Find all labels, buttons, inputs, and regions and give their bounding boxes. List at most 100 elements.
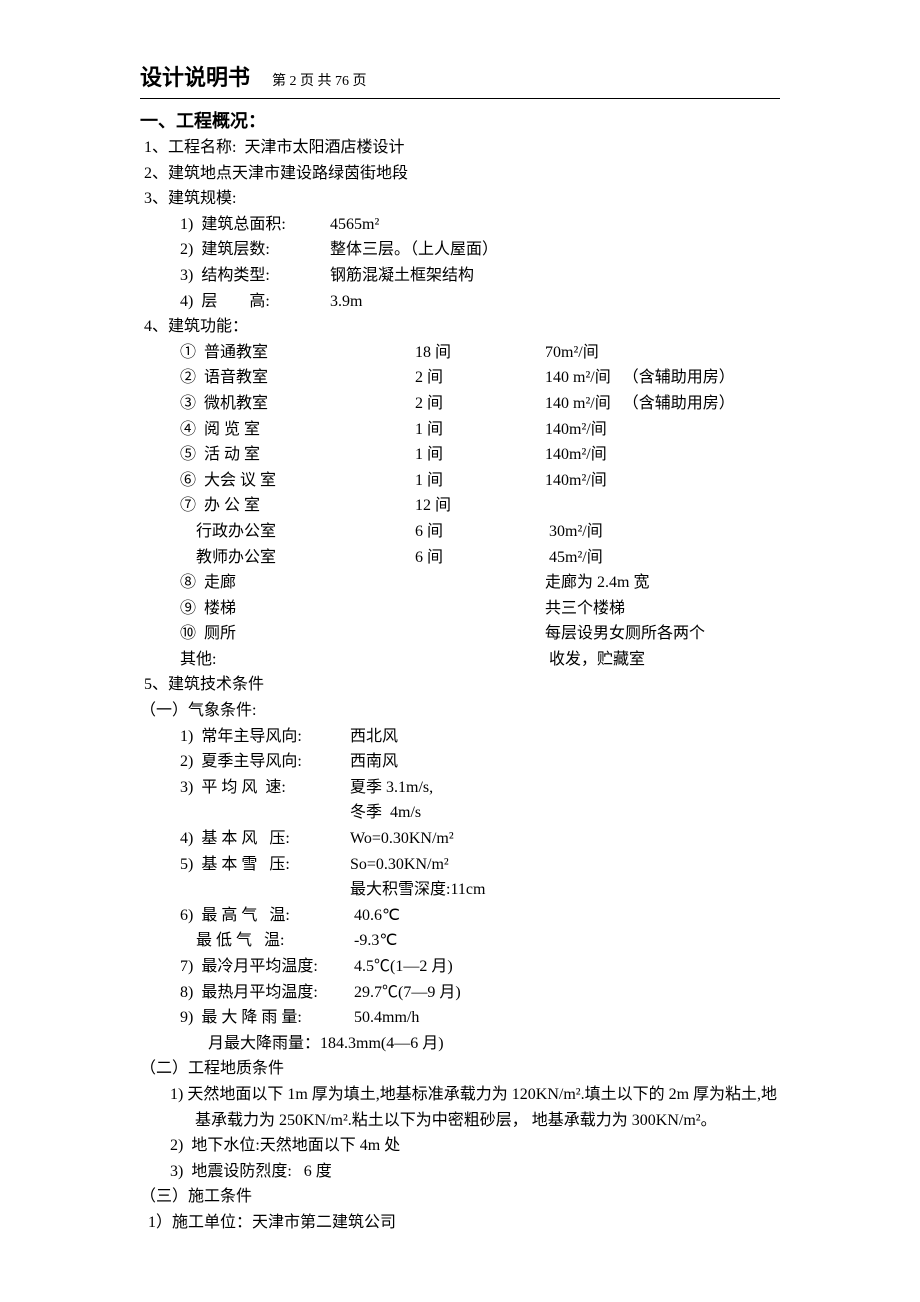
label: 9) 最 大 降 雨 量: xyxy=(180,1005,350,1031)
note: 每层设男女厕所各两个 xyxy=(545,621,780,647)
label: 6) 最 高 气 温: xyxy=(180,903,350,929)
qty: 6 间 xyxy=(415,519,545,545)
label: ⑧ 走廊 xyxy=(180,570,415,596)
item-3: 3、建筑规模: xyxy=(140,186,780,212)
func-row: 行政办公室6 间 30m²/间 xyxy=(140,519,780,545)
item-2: 2、建筑地点天津市建设路绿茵街地段 xyxy=(140,161,780,187)
value: 29.7℃(7—9 月) xyxy=(350,980,780,1006)
qty xyxy=(415,596,545,622)
label: ⑦ 办 公 室 xyxy=(180,493,415,519)
value: 40.6℃ xyxy=(350,903,780,929)
value: 西北风 xyxy=(350,724,780,750)
header-title: 设计说明书 xyxy=(140,65,250,90)
label xyxy=(180,800,350,826)
qty: 2 间 xyxy=(415,365,545,391)
value: Wo=0.30KN/m² xyxy=(350,826,780,852)
value: 夏季 3.1m/s, xyxy=(350,775,780,801)
func-row: ③ 微机教室2 间140 m²/间 （含辅助用房） xyxy=(140,391,780,417)
weather-row: 月最大降雨量：184.3mm(4—6 月) xyxy=(140,1031,780,1057)
value: 3.9m xyxy=(330,289,780,315)
qty xyxy=(415,570,545,596)
weather-row: 8) 最热月平均温度: 29.7℃(7—9 月) xyxy=(140,980,780,1006)
section-1-title: 一、工程概况： xyxy=(140,107,780,133)
scale-row-2: 2) 建筑层数: 整体三层。（上人屋面） xyxy=(140,237,780,263)
note: 140m²/间 xyxy=(545,417,780,443)
func-row: ⑧ 走廊 走廊为 2.4m 宽 xyxy=(140,570,780,596)
value: 整体三层。（上人屋面） xyxy=(330,237,780,263)
geo-row-2: 2) 地下水位:天然地面以下 4m 处 xyxy=(140,1133,780,1159)
label: ④ 阅 览 室 xyxy=(180,417,415,443)
qty: 1 间 xyxy=(415,442,545,468)
note: 走廊为 2.4m 宽 xyxy=(545,570,780,596)
label: 7) 最冷月平均温度: xyxy=(180,954,350,980)
scale-row-1: 1) 建筑总面积: 4565m² xyxy=(140,212,780,238)
note xyxy=(545,493,780,519)
label: 教师办公室 xyxy=(180,545,415,571)
value: 冬季 4m/s xyxy=(350,800,780,826)
label: 最 低 气 温: xyxy=(180,928,350,954)
note: 70m²/间 xyxy=(545,340,780,366)
func-row: 教师办公室6 间 45m²/间 xyxy=(140,545,780,571)
label: 5) 基 本 雪 压: xyxy=(180,852,350,878)
subsection-5-3: （三）施工条件 xyxy=(140,1184,780,1210)
label: 3) 平 均 风 速: xyxy=(180,775,350,801)
qty xyxy=(415,647,545,673)
func-row: 其他: 收发，贮藏室 xyxy=(140,647,780,673)
label: 3) 结构类型: xyxy=(180,263,330,289)
subsection-5-2: （二）工程地质条件 xyxy=(140,1056,780,1082)
func-row: ⑦ 办 公 室12 间 xyxy=(140,493,780,519)
weather-row: 9) 最 大 降 雨 量: 50.4mm/h xyxy=(140,1005,780,1031)
weather-row: 2) 夏季主导风向:西南风 xyxy=(140,749,780,775)
func-row: ① 普通教室18 间70m²/间 xyxy=(140,340,780,366)
weather-row: 最大积雪深度:11cm xyxy=(140,877,780,903)
label: 其他: xyxy=(180,647,415,673)
note: 30m²/间 xyxy=(545,519,780,545)
label xyxy=(180,877,350,903)
construction-row-1: 1）施工单位：天津市第二建筑公司 xyxy=(140,1210,780,1236)
qty xyxy=(415,621,545,647)
label: 4) 基 本 风 压: xyxy=(180,826,350,852)
label: ⑤ 活 动 室 xyxy=(180,442,415,468)
weather-row: 7) 最冷月平均温度: 4.5℃(1—2 月) xyxy=(140,954,780,980)
label: 1) 常年主导风向: xyxy=(180,724,350,750)
qty: 12 间 xyxy=(415,493,545,519)
label: 2) 夏季主导风向: xyxy=(180,749,350,775)
label: 2) 建筑层数: xyxy=(180,237,330,263)
value: 50.4mm/h xyxy=(350,1005,780,1031)
label: ⑥ 大会 议 室 xyxy=(180,468,415,494)
func-row: ⑩ 厕所 每层设男女厕所各两个 xyxy=(140,621,780,647)
label: 行政办公室 xyxy=(180,519,415,545)
weather-row: 1) 常年主导风向:西北风 xyxy=(140,724,780,750)
item-4: 4、建筑功能： xyxy=(140,314,780,340)
func-row: ④ 阅 览 室1 间140m²/间 xyxy=(140,417,780,443)
label: 8) 最热月平均温度: xyxy=(180,980,350,1006)
value: 钢筋混凝土框架结构 xyxy=(330,263,780,289)
qty: 2 间 xyxy=(415,391,545,417)
page-header: 设计说明书 第 2 页 共 76 页 xyxy=(140,60,780,99)
scale-row-3: 3) 结构类型: 钢筋混凝土框架结构 xyxy=(140,263,780,289)
note: 140m²/间 xyxy=(545,468,780,494)
header-pageinfo: 第 2 页 共 76 页 xyxy=(272,74,367,89)
geo-row-3: 3) 地震设防烈度: 6 度 xyxy=(140,1159,780,1185)
label: 1) 建筑总面积: xyxy=(180,212,330,238)
func-row: ⑨ 楼梯共三个楼梯 xyxy=(140,596,780,622)
note: 140m²/间 xyxy=(545,442,780,468)
label: ① 普通教室 xyxy=(180,340,415,366)
func-row: ⑥ 大会 议 室1 间140m²/间 xyxy=(140,468,780,494)
weather-row: 冬季 4m/s xyxy=(140,800,780,826)
label: ⑩ 厕所 xyxy=(180,621,415,647)
weather-row: 最 低 气 温: -9.3℃ xyxy=(140,928,780,954)
value: 4565m² xyxy=(330,212,780,238)
func-row: ② 语音教室2 间140 m²/间 （含辅助用房） xyxy=(140,365,780,391)
value: So=0.30KN/m² xyxy=(350,852,780,878)
weather-row: 4) 基 本 风 压:Wo=0.30KN/m² xyxy=(140,826,780,852)
value: 4.5℃(1—2 月) xyxy=(350,954,780,980)
weather-row: 5) 基 本 雪 压:So=0.30KN/m² xyxy=(140,852,780,878)
note: 收发，贮藏室 xyxy=(545,647,780,673)
geo-row-1: 1) 天然地面以下 1m 厚为填土,地基标准承载力为 120KN/m².填土以下… xyxy=(140,1082,780,1133)
label: ⑨ 楼梯 xyxy=(180,596,415,622)
scale-row-4: 4) 层 高: 3.9m xyxy=(140,289,780,315)
qty: 18 间 xyxy=(415,340,545,366)
note: 140 m²/间 （含辅助用房） xyxy=(545,391,780,417)
qty: 6 间 xyxy=(415,545,545,571)
